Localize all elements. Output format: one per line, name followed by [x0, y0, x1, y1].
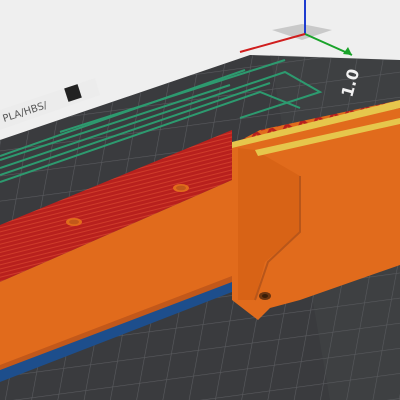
3d-viewport[interactable]: PLA/HBS/ 1.0: [0, 0, 400, 400]
scene-canvas[interactable]: PLA/HBS/ 1.0: [0, 0, 400, 400]
